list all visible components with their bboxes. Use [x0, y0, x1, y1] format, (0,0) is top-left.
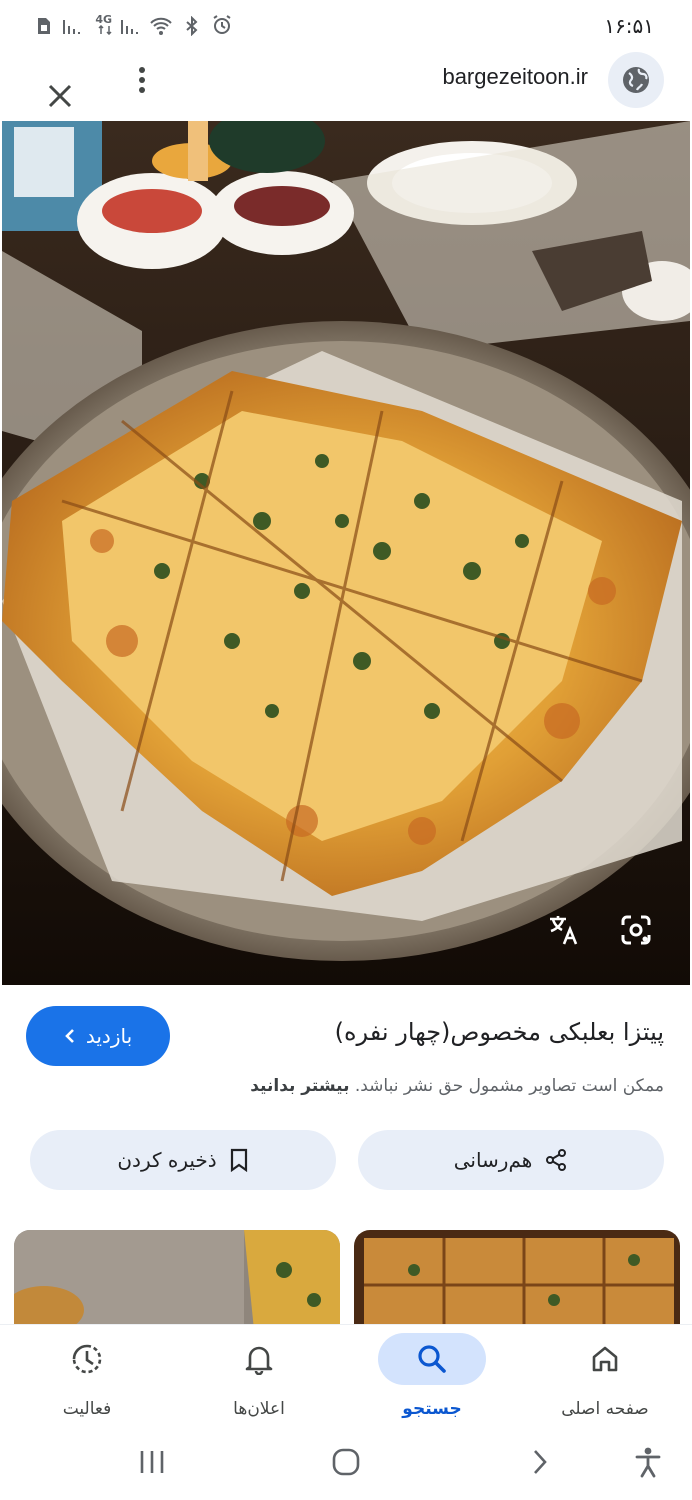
lens-icon [621, 915, 651, 945]
back-system-button[interactable] [518, 1442, 562, 1482]
home-system-button[interactable] [324, 1442, 368, 1482]
recent-apps-icon [140, 1451, 164, 1473]
save-button[interactable]: ذخیره کردن [30, 1130, 336, 1190]
nav-label-search: جستجو [402, 1399, 462, 1419]
visit-button[interactable]: بازدید [26, 1006, 170, 1066]
learn-more-link[interactable]: بیشتر بدانید [250, 1076, 349, 1096]
visit-label: بازدید [85, 1024, 133, 1048]
nav-item-notifications[interactable]: اعلان‌ها [174, 1325, 344, 1431]
site-favicon[interactable] [608, 52, 664, 108]
related-image-thumbnail[interactable] [14, 1230, 340, 1330]
lens-search-button[interactable] [612, 906, 660, 954]
share-button[interactable]: هم‌رسانی [358, 1130, 664, 1190]
related-image-illustration [14, 1230, 340, 1330]
nav-icon-container [205, 1333, 313, 1385]
nav-item-search[interactable]: جستجو [347, 1325, 517, 1431]
nav-item-activity[interactable]: فعالیت [2, 1325, 172, 1431]
image-title: پیتزا بعلبکی مخصوص(چهار نفره) [334, 1018, 664, 1046]
source-domain[interactable]: bargezeitoon.ir [442, 64, 588, 90]
chevron-right-icon [534, 1450, 547, 1474]
bottom-navigation: صفحه اصلی جستجو اعلان‌ها فعالیت [0, 1324, 692, 1430]
status-time: ۱۶:۵۱ [604, 14, 654, 38]
nav-label-notifications: اعلان‌ها [233, 1399, 285, 1419]
close-icon [48, 84, 72, 108]
home-icon [592, 1346, 618, 1372]
nav-label-activity: فعالیت [62, 1399, 112, 1419]
copyright-notice: ممکن است تصاویر مشمول حق نشر نباشد. بیشت… [250, 1076, 664, 1096]
nav-icon-container [378, 1333, 486, 1385]
translate-icon [550, 916, 578, 945]
network-label: 4G [95, 12, 112, 26]
sim-icon [34, 12, 54, 36]
nav-icon-container [551, 1333, 659, 1385]
status-icons: 4G [34, 12, 234, 36]
wifi-icon [148, 12, 174, 36]
globe-icon [623, 67, 649, 93]
translate-button[interactable] [540, 906, 588, 954]
search-icon [418, 1345, 446, 1373]
top-bar: bargezeitoon.ir [0, 52, 692, 120]
share-label: هم‌رسانی [453, 1148, 533, 1172]
bell-icon [245, 1346, 273, 1375]
related-image-thumbnail[interactable] [354, 1230, 680, 1330]
related-image-illustration [354, 1230, 680, 1330]
more-options-button[interactable] [128, 60, 156, 100]
nav-icon-container [33, 1333, 141, 1385]
chevron-left-icon [65, 1029, 74, 1043]
status-bar: 4G ۱۶:۵۱ [0, 0, 692, 52]
nav-label-home: صفحه اصلی [561, 1399, 649, 1419]
alarm-icon [210, 12, 234, 36]
accessibility-icon [635, 1447, 661, 1478]
pizza-illustration [2, 121, 690, 985]
system-navigation-bar [0, 1430, 692, 1500]
bluetooth-icon [182, 12, 202, 36]
signal-icon [62, 12, 82, 36]
signal-icon [120, 12, 140, 36]
copyright-text: ممکن است تصاویر مشمول حق نشر نباشد. [354, 1076, 664, 1096]
more-vert-icon [139, 67, 145, 93]
recent-apps-button[interactable] [130, 1442, 174, 1482]
network-4g-icon: 4G [90, 12, 112, 36]
pizza-photo[interactable] [2, 121, 690, 985]
activity-icon [72, 1344, 102, 1374]
accessibility-button[interactable] [626, 1442, 670, 1482]
save-label: ذخیره کردن [117, 1148, 217, 1172]
home-circle-icon [332, 1448, 360, 1476]
close-button[interactable] [40, 76, 80, 116]
bookmark-icon [230, 1148, 247, 1172]
share-icon [546, 1149, 567, 1171]
nav-item-home[interactable]: صفحه اصلی [520, 1325, 690, 1431]
